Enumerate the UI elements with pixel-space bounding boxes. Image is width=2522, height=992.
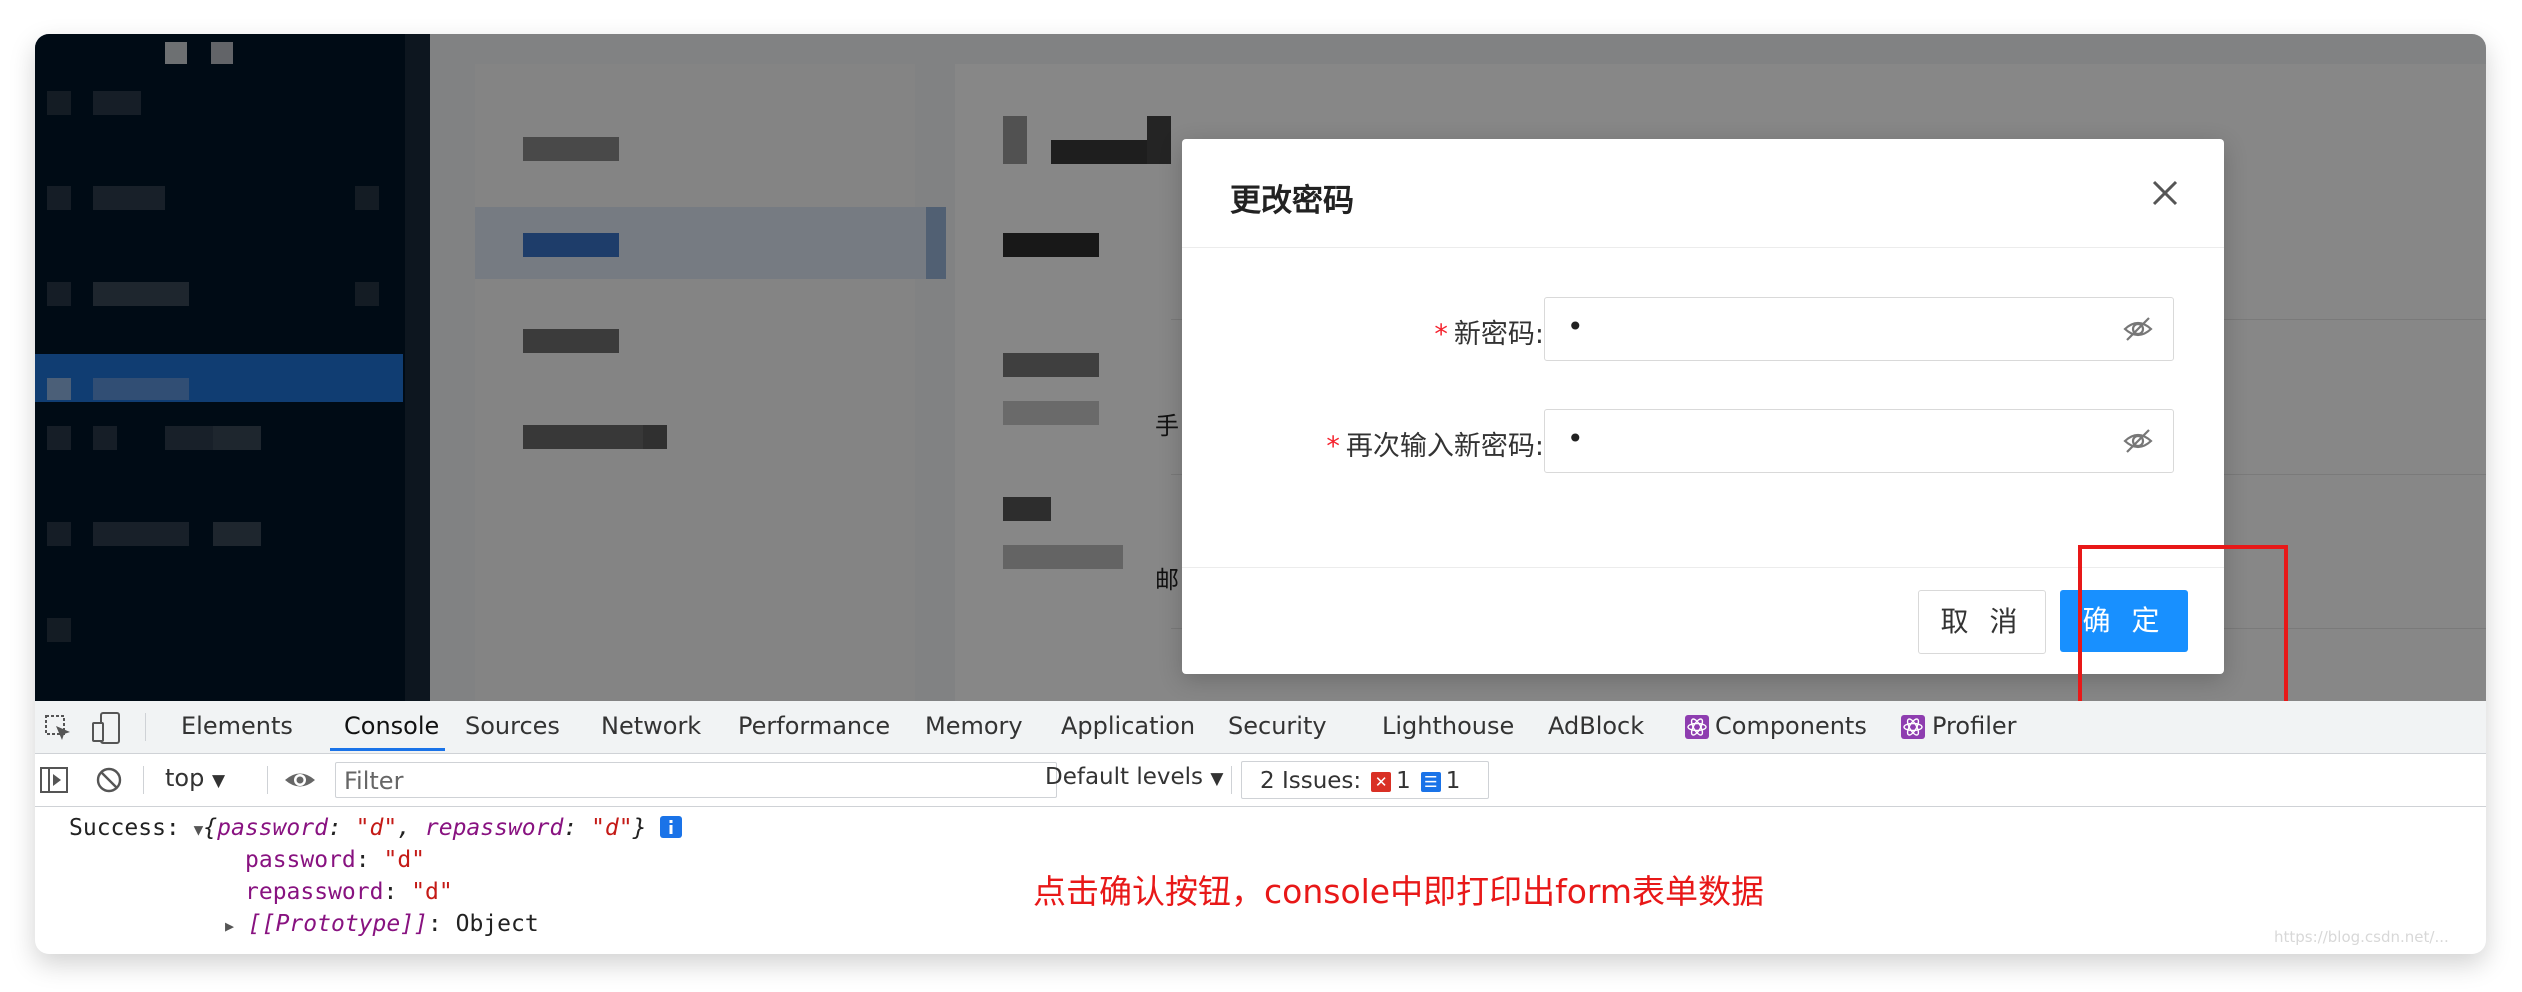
required-mark: * [1434,319,1448,350]
filter-input[interactable]: Filter [335,762,1057,798]
show-sidebar-icon[interactable] [39,766,69,794]
object-summary: {password: "d", repassword: "d"} [203,815,647,841]
summary-value: "d" [355,815,398,841]
toolbar-divider [267,766,268,794]
issues-error-count: 1 [1396,768,1411,794]
tab-security[interactable]: Security [1228,701,1327,751]
required-mark: * [1326,431,1340,462]
message-badge-icon: ☰ [1420,771,1441,792]
console-log-line[interactable]: Success: ▼{password: "d", repassword: "d… [69,815,683,841]
eye-icon[interactable] [283,767,317,793]
new-password-label-text: 新密码: [1453,319,1544,350]
summary-value: "d" [591,815,633,841]
tab-profiler[interactable]: Profiler [1932,701,2017,751]
tab-adblock[interactable]: AdBlock [1548,701,1644,751]
confirm-password-row: * 再次输入新密码: • [1182,409,2224,473]
context-selector[interactable]: top ▼ [165,764,225,792]
log-levels-label: Default levels [1045,764,1204,790]
confirm-password-input[interactable]: • [1544,409,2174,473]
summary-key: password [217,815,328,841]
clear-console-icon[interactable] [95,766,123,794]
prototype-key: [[Prototype]] [247,911,428,937]
devtools-tab-bar: Elements Console Sources Network Perform… [35,701,2486,754]
info-icon[interactable] [660,816,683,838]
log-prefix: Success: [69,815,180,841]
modal-header: 更改密码 [1182,139,2224,248]
new-password-label: * 新密码: [1434,312,1544,351]
new-password-value: • [1567,310,1584,343]
screen: 手 邮 更改密码 * 新密码: • * 再次输入新密码: • 取 消 确 定 E… [35,34,2486,954]
context-selector-label: top [165,764,205,792]
summary-key: repassword [424,815,564,841]
watermark: https://blog.csdn.net/... [2274,928,2449,946]
react-icon [1685,715,1709,739]
prototype-property[interactable]: ▶ [[Prototype]]: Object [225,911,539,937]
toolbar-divider [145,713,146,741]
prototype-value: Object [455,911,539,937]
log-levels-dropdown[interactable]: Default levels ▼ [1045,764,1223,790]
react-icon [1901,715,1925,739]
dropdown-arrow-icon: ▼ [1210,769,1224,789]
new-password-input[interactable]: • [1544,297,2174,361]
brace: } [632,815,647,841]
property-value: "d" [383,847,426,873]
toolbar-divider [143,766,144,794]
tab-application[interactable]: Application [1061,701,1195,751]
cancel-button[interactable]: 取 消 [1918,590,2046,654]
expand-triangle-icon[interactable]: ▼ [194,820,204,839]
toolbar-divider [1231,766,1232,794]
tab-memory[interactable]: Memory [925,701,1023,751]
property-value: "d" [411,879,453,905]
device-toolbar-icon[interactable] [91,711,123,745]
tab-lighthouse[interactable]: Lighthouse [1382,701,1514,751]
change-password-modal: 更改密码 * 新密码: • * 再次输入新密码: • 取 消 确 定 [1182,139,2224,674]
tab-performance[interactable]: Performance [738,701,890,751]
confirm-password-label-text: 再次输入新密码: [1345,431,1544,462]
tab-console[interactable]: Console [330,701,445,751]
confirm-password-label: * 再次输入新密码: [1326,424,1544,463]
error-badge-icon: ✕ [1371,771,1392,792]
modal-title: 更改密码 [1230,183,1354,219]
property-key: repassword [245,879,384,905]
brace: { [203,815,218,841]
tab-components[interactable]: Components [1715,701,1867,751]
console-toolbar: top ▼ Filter Default levels ▼ 2 Issues: ✕… [35,754,2486,807]
new-password-row: * 新密码: • [1182,297,2224,361]
inspect-element-icon[interactable] [43,713,73,743]
confirm-password-value: • [1567,422,1584,455]
tab-sources[interactable]: Sources [465,701,560,751]
modal-footer: 取 消 确 定 [1182,567,2224,675]
annotation-note: 点击确认按钮，console中即打印出form表单数据 [1033,872,1765,911]
tab-elements[interactable]: Elements [181,701,293,751]
property-key: password [245,847,356,873]
dropdown-arrow-icon: ▼ [211,771,226,791]
eye-invisible-icon[interactable] [2123,426,2153,456]
issues-message-count: 1 [1445,768,1461,794]
devtools-panel: Elements Console Sources Network Perform… [35,701,2486,954]
object-property: repassword: "d" [245,879,453,905]
object-property: password: "d" [245,847,426,873]
issues-button[interactable]: 2 Issues: ✕ 1 ☰ 1 [1241,761,1489,799]
expand-triangle-icon[interactable]: ▶ [225,917,234,935]
eye-invisible-icon[interactable] [2123,314,2153,344]
console-output: Success: ▼{password: "d", repassword: "d… [35,807,2486,954]
issues-label: 2 Issues: [1260,768,1362,794]
tab-network[interactable]: Network [601,701,701,751]
close-icon[interactable] [2146,174,2184,212]
